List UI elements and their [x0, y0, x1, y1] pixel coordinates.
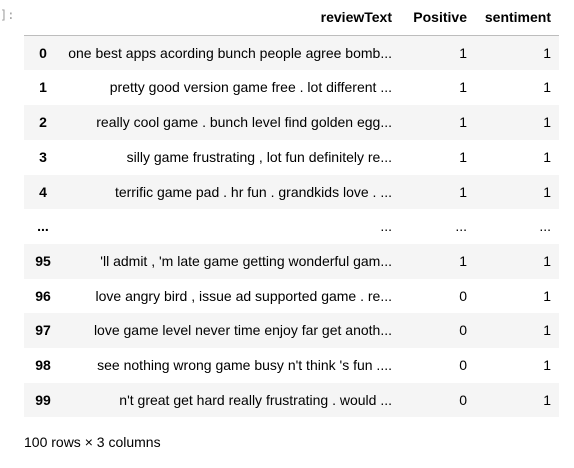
row-index: 0: [39, 44, 47, 61]
cell-review-text: silly game frustrating , lot fun definit…: [126, 148, 392, 165]
table-row: 1 pretty good version game free . lot dif…: [24, 70, 559, 105]
row-index: 95: [35, 252, 51, 269]
cell-positive: 0: [459, 322, 467, 339]
row-index: 98: [35, 357, 51, 374]
index-header: [24, 0, 62, 36]
row-index: 96: [35, 287, 51, 304]
column-header-sentiment: sentiment: [475, 0, 559, 36]
table-row: 96 love angry bird , issue ad supported g…: [24, 279, 559, 314]
cell-review-text: terrific game pad . hr fun . grandkids l…: [114, 183, 392, 200]
cell-review-text: see nothing wrong game busy n't think 's…: [97, 357, 392, 374]
row-index: 4: [39, 183, 47, 200]
cell-review-text: 'll admit , 'm late game getting wonderf…: [100, 252, 392, 269]
cell-positive: 0: [459, 357, 467, 374]
cell-sentiment: 1: [543, 357, 551, 374]
table-row: 99 n't great get hard really frustrating …: [24, 382, 559, 418]
row-index: 99: [35, 391, 51, 408]
cell-review-text: really cool game . bunch level find gold…: [96, 114, 392, 131]
row-index: 97: [35, 322, 51, 339]
cell-review-text: one best apps acording bunch people agre…: [68, 44, 392, 61]
table-row: 2 really cool game . bunch level find gol…: [24, 105, 559, 140]
cell-positive: ...: [455, 218, 467, 235]
cell-positive: 1: [459, 79, 467, 96]
cell-review-text: love angry bird , issue ad supported gam…: [95, 287, 393, 304]
cell-positive: 1: [459, 252, 467, 269]
row-index: 1: [39, 79, 47, 96]
table-shape-summary: 100 rows × 3 columns: [24, 434, 161, 450]
cell-sentiment: ...: [539, 218, 551, 235]
row-index: 3: [39, 148, 47, 165]
column-header-reviewtext: reviewText: [62, 0, 400, 36]
dataframe-table: reviewText Positive sentiment 0 one best …: [24, 0, 559, 418]
cell-positive: 0: [459, 287, 467, 304]
cell-sentiment: 1: [543, 79, 551, 96]
table-row: 98 see nothing wrong game busy n't think …: [24, 348, 559, 383]
cell-sentiment: 1: [543, 114, 551, 131]
table-row: 3 silly game frustrating , lot fun defini…: [24, 140, 559, 175]
cell-sentiment: 1: [543, 44, 551, 61]
cell-sentiment: 1: [543, 322, 551, 339]
column-header-positive: Positive: [400, 0, 475, 36]
cell-sentiment: 1: [543, 183, 551, 200]
row-index: 2: [39, 114, 47, 131]
row-index: ...: [37, 218, 49, 235]
table-row: 4 terrific game pad . hr fun . grandkids …: [24, 174, 559, 210]
cell-prompt-fragment: ]:: [0, 8, 15, 22]
cell-sentiment: 1: [543, 287, 551, 304]
table-row: 95 'll admit , 'm late game getting wonde…: [24, 243, 559, 279]
table-row: 0 one best apps acording bunch people agr…: [24, 35, 559, 71]
table-header-row: reviewText Positive sentiment: [24, 0, 559, 36]
cell-review-text: love game level never time enjoy far get…: [93, 322, 392, 339]
cell-positive: 1: [459, 148, 467, 165]
cell-review-text: n't great get hard really frustrating . …: [119, 391, 392, 408]
cell-sentiment: 1: [543, 391, 551, 408]
cell-sentiment: 1: [543, 252, 551, 269]
table-row: ............: [24, 209, 559, 244]
cell-positive: 1: [459, 183, 467, 200]
table-row: 97 love game level never time enjoy far g…: [24, 313, 559, 349]
cell-positive: 1: [459, 44, 467, 61]
cell-positive: 0: [459, 391, 467, 408]
cell-sentiment: 1: [543, 148, 551, 165]
cell-review-text: pretty good version game free . lot diff…: [109, 79, 392, 96]
cell-review-text: ...: [380, 218, 392, 235]
cell-positive: 1: [459, 114, 467, 131]
